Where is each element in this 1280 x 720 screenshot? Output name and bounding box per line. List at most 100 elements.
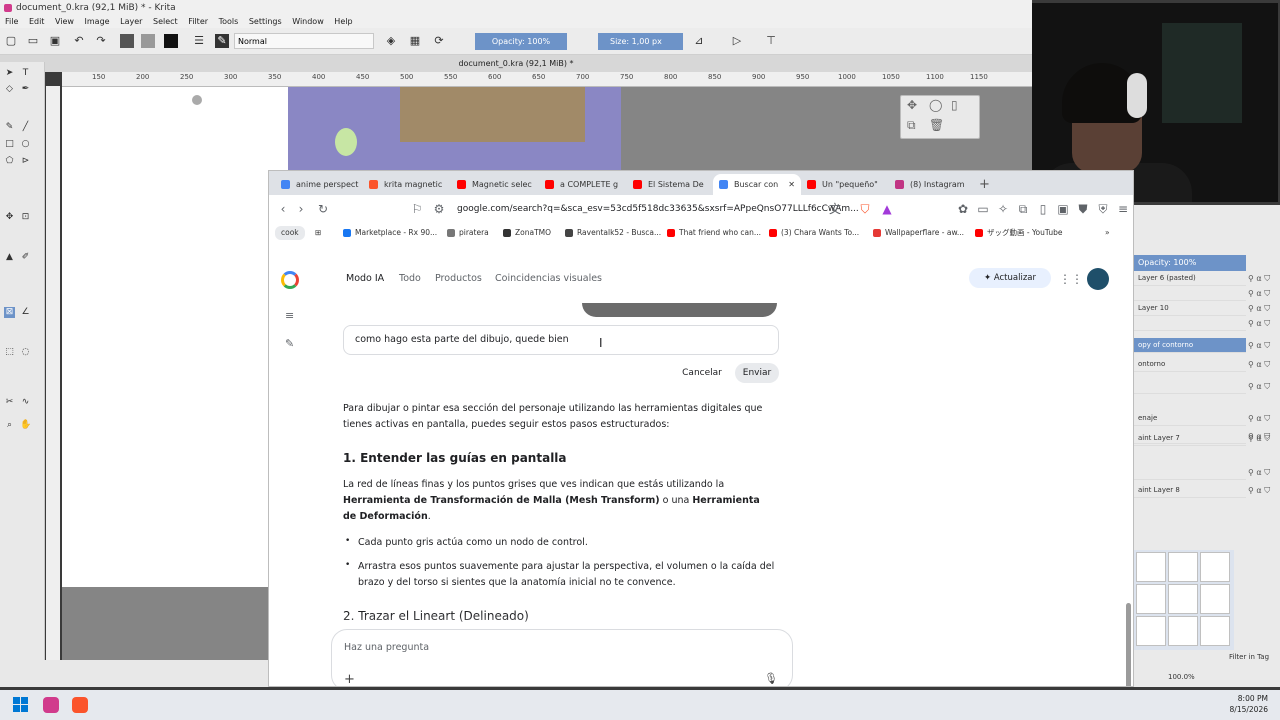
line-tool-icon[interactable]: ╱: [20, 122, 31, 133]
layer-flags[interactable]: ⚲ α ⛉: [1248, 431, 1280, 446]
bookmark-item[interactable]: piratera: [447, 223, 489, 243]
menu-file[interactable]: File: [5, 17, 18, 26]
menu-image[interactable]: Image: [85, 17, 110, 26]
menu-filter[interactable]: Filter: [188, 17, 208, 26]
mirror-horizontal-icon[interactable]: ⊿: [692, 34, 706, 48]
tab[interactable]: (8) Instagram: [895, 174, 973, 195]
copy-icon[interactable]: ⧉: [907, 118, 916, 133]
brave-menu-icon[interactable]: ⛨: [1095, 201, 1111, 217]
brush-preset[interactable]: [1136, 584, 1166, 614]
size-slider[interactable]: Size: 1,00 px: [598, 33, 683, 50]
polyline-tool-icon[interactable]: ⊳: [20, 156, 31, 167]
pan-tool-icon[interactable]: ✋: [20, 420, 31, 431]
extension-icon[interactable]: ▭: [975, 201, 991, 217]
edit-shapes-icon[interactable]: ◇: [4, 84, 15, 95]
reload-icon[interactable]: ↻: [315, 201, 331, 217]
polygon-tool-icon[interactable]: ⬠: [4, 156, 15, 167]
tab-coincidencias[interactable]: Coincidencias visuales: [495, 273, 602, 284]
layer-flags[interactable]: ⚲ α ⛉: [1248, 286, 1280, 301]
layer-item[interactable]: Layer 6 (pasted) ⚲ α ⛉: [1134, 271, 1270, 286]
opacity-slider[interactable]: Opacity: 100%: [475, 33, 567, 50]
alpha-lock-icon[interactable]: ▦: [408, 34, 422, 48]
layer-flags[interactable]: ⚲ α ⛉: [1248, 483, 1280, 498]
layer-item[interactable]: Layer 10 ⚲ α ⛉: [1134, 301, 1270, 316]
menu-view[interactable]: View: [55, 17, 74, 26]
ellipse-select-icon[interactable]: ◌: [20, 347, 31, 358]
menu-layer[interactable]: Layer: [120, 17, 142, 26]
layer-flags[interactable]: ⚲ α ⛉: [1248, 301, 1280, 316]
sidebar-icon[interactable]: ▯: [1035, 201, 1051, 217]
bookmark-icon[interactable]: ⚐: [409, 201, 425, 217]
layer-flags[interactable]: ⚲ α ⛉: [1248, 357, 1280, 372]
bookmark-item[interactable]: Marketplace - Rx 90...: [343, 223, 437, 243]
krita-taskbar-icon[interactable]: [43, 697, 59, 713]
assistant-tool-icon[interactable]: ⊠: [4, 307, 15, 318]
menu-help[interactable]: Help: [334, 17, 352, 26]
new-chat-icon[interactable]: ✎: [285, 337, 294, 350]
rect-select-icon[interactable]: ⬚: [4, 347, 15, 358]
brush-settings-icon[interactable]: ☰: [192, 34, 206, 48]
menu-tools[interactable]: Tools: [219, 17, 239, 26]
rotate-icon[interactable]: ◯: [929, 98, 942, 112]
bookmark-item[interactable]: That friend who can...: [667, 223, 761, 243]
brush-preset[interactable]: [1200, 616, 1230, 646]
bookmark-item[interactable]: ZonaTMO: [503, 223, 551, 243]
layer-flags[interactable]: ⚲ α ⛉: [1248, 271, 1280, 286]
redo-icon[interactable]: ↷: [94, 34, 108, 48]
menu-window[interactable]: Window: [292, 17, 324, 26]
bookmark-item[interactable]: (3) Chara Wants To...: [769, 223, 859, 243]
brave-taskbar-icon[interactable]: [72, 697, 88, 713]
layer-flags[interactable]: ⚲ α ⛉: [1248, 316, 1280, 331]
gradient-icon[interactable]: [120, 34, 134, 48]
tab[interactable]: Un "pequeño": [807, 174, 885, 195]
eraser-icon[interactable]: ◈: [384, 34, 398, 48]
layer-item[interactable]: ⚲ α ⛉: [1134, 316, 1270, 331]
wrap-icon[interactable]: ⊤: [764, 34, 778, 48]
sidebar-menu-icon[interactable]: ≡: [285, 309, 294, 322]
bookmark-folder-cook[interactable]: cook: [275, 226, 305, 240]
ellipse-tool-icon[interactable]: ○: [20, 139, 31, 150]
brush-preset[interactable]: [1168, 616, 1198, 646]
tab-modo-ia[interactable]: Modo IA: [346, 273, 384, 284]
mesh-node[interactable]: [192, 95, 202, 105]
close-tab-icon[interactable]: ✕: [788, 174, 795, 195]
measure-tool-icon[interactable]: ∠: [20, 307, 31, 318]
delete-icon[interactable]: 🗑: [929, 118, 944, 132]
save-icon[interactable]: ▣: [48, 34, 62, 48]
extension-icon[interactable]: ✧: [995, 201, 1011, 217]
menu-icon[interactable]: ≡: [1115, 201, 1131, 217]
tab[interactable]: krita magnetic: [369, 174, 447, 195]
apps-grid-icon[interactable]: ⊞: [315, 223, 321, 243]
brush-preset[interactable]: [1200, 584, 1230, 614]
menu-select[interactable]: Select: [153, 17, 178, 26]
zoom-tool-icon[interactable]: ⌕: [4, 420, 15, 431]
lock-icon[interactable]: ▯: [951, 98, 958, 112]
wallet-icon[interactable]: ▣: [1055, 201, 1071, 217]
bookmark-item[interactable]: ザッグ動画 - YouTube: [975, 223, 1062, 243]
layer-flags[interactable]: ⚲ α ⛉: [1248, 465, 1280, 480]
document-tab[interactable]: document_0.kra (92,1 MiB) *: [0, 55, 1032, 72]
extension-icon[interactable]: ✿: [955, 201, 971, 217]
move-handle-icon[interactable]: ✥: [907, 98, 917, 112]
fill-tool-icon[interactable]: ▲: [4, 252, 15, 263]
menu-edit[interactable]: Edit: [29, 17, 45, 26]
add-icon[interactable]: +: [344, 672, 355, 686]
menu-settings[interactable]: Settings: [249, 17, 282, 26]
calligraphy-icon[interactable]: ✒: [20, 84, 31, 95]
reload-preset-icon[interactable]: ⟳: [432, 34, 446, 48]
brave-shields-icon[interactable]: ⛉: [857, 201, 873, 217]
undo-icon[interactable]: ↶: [72, 34, 86, 48]
move-tool-icon[interactable]: ✥: [4, 212, 15, 223]
select-shapes-icon[interactable]: ➤: [4, 68, 15, 79]
brush-preset-icon[interactable]: ✎: [215, 34, 229, 48]
microphone-icon[interactable]: 🎙: [764, 672, 778, 685]
brush-preset[interactable]: [1200, 552, 1230, 582]
layer-flags[interactable]: ⚲ α ⛉: [1248, 379, 1280, 394]
start-button-icon[interactable]: [13, 697, 29, 713]
freehand-brush-icon[interactable]: ✎: [4, 122, 15, 133]
back-icon[interactable]: ‹: [275, 201, 291, 217]
layer-item[interactable]: enaje ⚲ α ⛉: [1134, 411, 1270, 426]
color-swatch-icon[interactable]: [164, 34, 178, 48]
pattern-icon[interactable]: [141, 34, 155, 48]
brush-preset[interactable]: [1136, 552, 1166, 582]
